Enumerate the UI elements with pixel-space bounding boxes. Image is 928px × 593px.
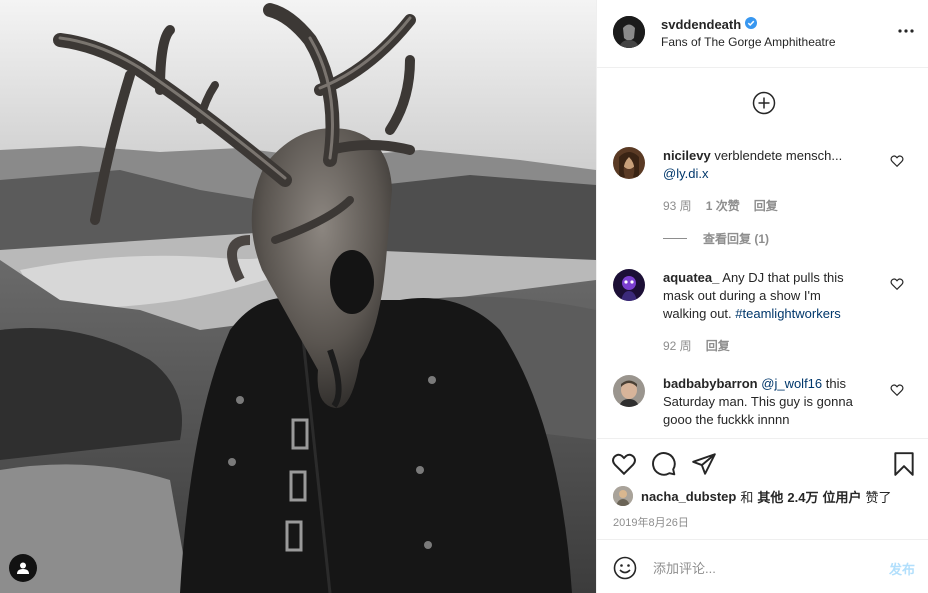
view-replies-label: 查看回复 (1) bbox=[703, 232, 770, 246]
comment-meta: 93 周 1 次赞 回复 bbox=[663, 197, 792, 214]
comment-text: badbabybarron @j_wolf16 this Saturday ma… bbox=[663, 375, 873, 429]
comment-time: 92 周 bbox=[663, 339, 692, 353]
post-comment-button[interactable]: 发布 bbox=[889, 559, 915, 578]
comment-username[interactable]: aquatea_ bbox=[663, 270, 719, 285]
instagram-post: svddendeath Fans of The Gorge Amphitheat… bbox=[0, 0, 928, 593]
like-comment-heart-icon[interactable] bbox=[890, 154, 904, 168]
commenter-avatar[interactable] bbox=[613, 147, 645, 179]
comment-text: aquatea_ Any DJ that pulls this mask out… bbox=[663, 269, 873, 323]
reply-button[interactable]: 回复 bbox=[706, 339, 730, 353]
comment-body-line: walking out. bbox=[663, 306, 732, 321]
liker-avatar-image bbox=[613, 486, 633, 506]
commenter-avatar[interactable] bbox=[613, 375, 645, 407]
comment-time: 93 周 bbox=[663, 199, 692, 213]
like-comment-heart-icon[interactable] bbox=[890, 383, 904, 397]
comment-username[interactable]: nicilevy bbox=[663, 148, 711, 163]
commenter-avatar[interactable] bbox=[613, 269, 645, 301]
share-icon[interactable] bbox=[691, 451, 717, 477]
add-comment-input[interactable] bbox=[653, 558, 873, 578]
likes-and-text: 和 bbox=[740, 489, 754, 505]
comment-body-line: Any DJ that pulls this bbox=[722, 270, 844, 285]
comment-username[interactable]: badbabybarron bbox=[663, 376, 758, 391]
post-date[interactable]: 2019年8月26日 bbox=[613, 514, 689, 530]
replies-divider bbox=[663, 238, 687, 239]
likes-users-label[interactable]: 位用户 bbox=[822, 487, 861, 506]
comment-hashtag[interactable]: #teamlightworkers bbox=[735, 306, 841, 321]
comment-mention[interactable]: @ly.di.x bbox=[663, 166, 708, 181]
post-action-bar bbox=[597, 438, 928, 484]
deer-skull-mask-photo bbox=[0, 0, 596, 593]
owner-avatar[interactable] bbox=[613, 16, 645, 48]
post-header: svddendeath Fans of The Gorge Amphitheat… bbox=[597, 0, 928, 68]
post-location[interactable]: Fans of The Gorge Amphitheatre bbox=[661, 35, 836, 49]
emoji-icon[interactable] bbox=[613, 556, 637, 580]
verified-badge-icon bbox=[745, 17, 757, 29]
bookmark-icon[interactable] bbox=[891, 451, 917, 477]
comment-mention[interactable]: @j_wolf16 bbox=[761, 376, 822, 391]
comment-body: verblendete mensch... bbox=[714, 148, 843, 163]
post-side-panel: svddendeath Fans of The Gorge Amphitheat… bbox=[596, 0, 928, 593]
view-replies-button[interactable]: 查看回复 (1) bbox=[663, 230, 769, 247]
comment-icon[interactable] bbox=[651, 451, 677, 477]
user-icon bbox=[17, 562, 29, 574]
liker-avatar[interactable] bbox=[613, 486, 633, 506]
like-comment-heart-icon[interactable] bbox=[890, 277, 904, 291]
likes-others-label[interactable]: 其他 bbox=[757, 487, 783, 506]
comment-body-line: Saturday man. This guy is gonna bbox=[663, 394, 853, 409]
comment-meta: 92 周回复 bbox=[663, 337, 744, 354]
commenter-avatar-image bbox=[613, 269, 645, 301]
more-horizontal-icon[interactable] bbox=[897, 22, 915, 40]
liker-username[interactable]: nacha_dubstep bbox=[641, 489, 736, 504]
likes-liked-text: 赞了 bbox=[865, 489, 892, 505]
likes-count[interactable]: 2.4万 bbox=[787, 487, 818, 506]
heart-icon[interactable] bbox=[611, 451, 637, 477]
owner-username[interactable]: svddendeath bbox=[661, 17, 741, 32]
comment-text: nicilevy verblendete mensch... @ly.di.x bbox=[663, 147, 859, 183]
post-photo[interactable] bbox=[0, 0, 596, 593]
likes-summary: nacha_dubstep 和 其他 2.4万 位用户 赞了 bbox=[613, 486, 892, 506]
comment-like-count[interactable]: 1 次赞 bbox=[706, 199, 740, 213]
plus-circle-icon[interactable] bbox=[752, 91, 776, 115]
owner-avatar-image bbox=[613, 16, 645, 48]
add-comment-bar: 发布 bbox=[597, 539, 928, 593]
commenter-avatar-image bbox=[613, 375, 645, 407]
comment-body-line: mask out during a show I'm bbox=[663, 288, 821, 303]
tagged-users-button[interactable] bbox=[9, 554, 37, 582]
commenter-avatar-image bbox=[613, 147, 645, 179]
comment-body-line: this bbox=[825, 376, 847, 391]
comment-body-line: gooo the fuckkk innnn bbox=[663, 412, 790, 427]
reply-button[interactable]: 回复 bbox=[754, 199, 778, 213]
